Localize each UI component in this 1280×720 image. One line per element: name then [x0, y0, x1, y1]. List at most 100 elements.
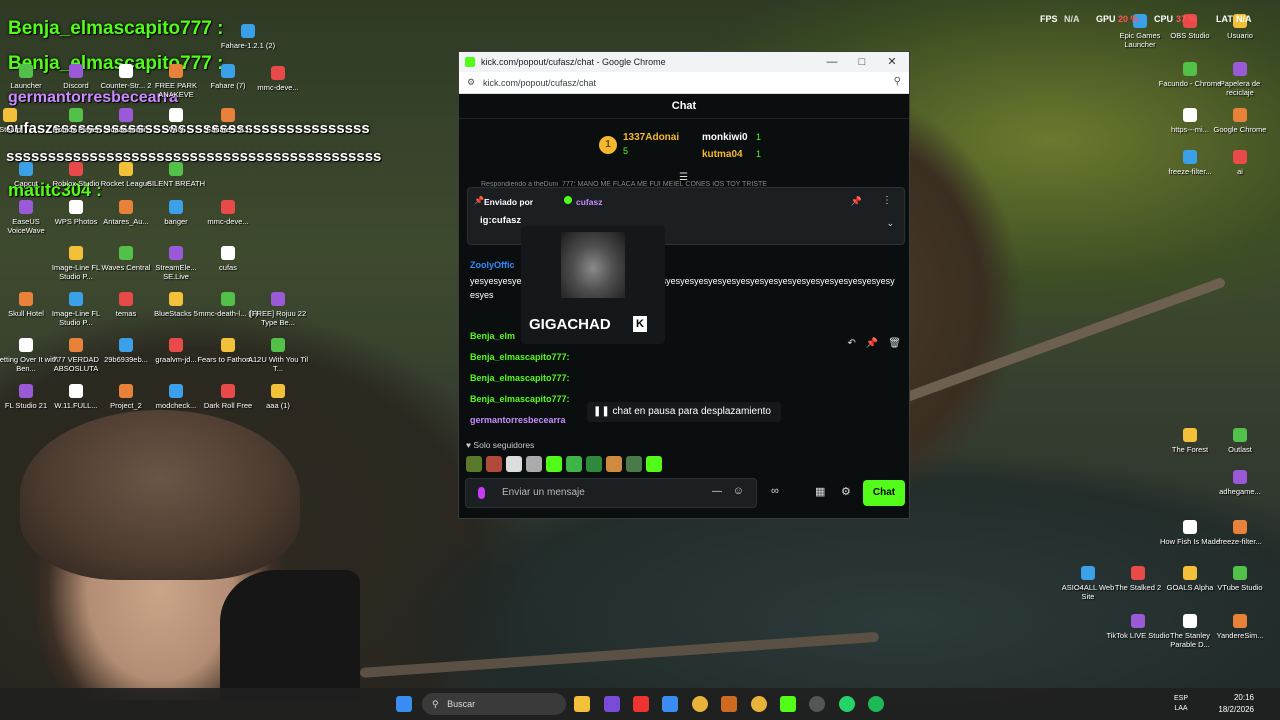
followers-only-text: Solo seguidores [473, 440, 535, 450]
emote-icon[interactable] [586, 456, 602, 472]
chat-paused-banner[interactable]: ❚❚ chat en pausa para desplazamiento [587, 402, 781, 422]
desktop-icon[interactable]: freeze-filter... [1207, 520, 1273, 546]
app-icon[interactable] [721, 696, 737, 712]
emote-icon[interactable] [546, 456, 562, 472]
desktop-icon[interactable]: mmc-deve... [195, 200, 261, 226]
language-indicator[interactable]: ESP [1174, 694, 1188, 704]
url-text[interactable]: kick.com/popout/cufasz/chat [483, 78, 596, 88]
site-settings-icon[interactable]: ⚙ [467, 77, 477, 87]
chrome-icon[interactable] [692, 696, 708, 712]
store-icon[interactable] [662, 696, 678, 712]
chat-input-placeholder[interactable]: Enviar un mensaje [502, 487, 585, 498]
chevron-down-icon[interactable]: ⌄ [886, 218, 894, 229]
desktop-icon-label: The Forest [1171, 445, 1209, 454]
emote-icon[interactable] [566, 456, 582, 472]
chat-username[interactable]: Benja_elmascapito777: [470, 373, 570, 383]
emote-icon[interactable] [506, 456, 522, 472]
windows-start-icon[interactable] [396, 696, 412, 712]
mic-icon[interactable] [478, 487, 485, 499]
date: 18/2/2026 [1218, 705, 1254, 714]
app-icon [19, 162, 33, 176]
zoom-icon[interactable]: ⚲ [894, 76, 901, 87]
gift-icon[interactable]: ▦ [815, 485, 825, 498]
desktop-icon[interactable]: SILENT BREATH [143, 162, 209, 188]
more-options-icon[interactable]: ⋮ [882, 195, 892, 206]
desktop-icon[interactable]: adhegame... [1207, 470, 1273, 496]
chat-username[interactable]: Benja_elmascapito777: [470, 394, 570, 404]
desktop-icon-label: 29b6939eb... [104, 355, 148, 364]
app-icon [1233, 428, 1247, 442]
app-icon [1233, 470, 1247, 484]
app-icon[interactable] [604, 696, 620, 712]
desktop-icon-label: freeze-filter... [1218, 537, 1262, 546]
clock[interactable]: 20:16 18/2/2026 [1218, 692, 1254, 716]
desktop-icon[interactable]: Fahare-1.2.1 [195, 108, 261, 134]
taskbar-search-text: Buscar [447, 699, 476, 709]
settings-gear-icon[interactable]: ⚙ [841, 485, 851, 498]
window-titlebar[interactable]: kick.com/popout/cufasz/chat - Google Chr… [459, 52, 909, 72]
verified-badge-icon [564, 196, 572, 204]
app-icon [169, 338, 183, 352]
leader-third-count: 1 [756, 149, 762, 159]
maximize-icon[interactable]: □ [847, 52, 877, 72]
points-icon[interactable]: ∞ [771, 485, 779, 497]
desktop-icon[interactable]: [FREE] Rojuu 22 Type Be... [245, 292, 311, 327]
leaderboard: 1 1337Adonai 5 monkiwi0 1 kutma04 1 ☰ [459, 128, 909, 183]
close-icon[interactable]: ✕ [877, 52, 907, 72]
address-bar[interactable]: ⚙ kick.com/popout/cufasz/chat ⚲ [459, 72, 909, 94]
app-icon [1233, 614, 1247, 628]
app-icon [221, 108, 235, 122]
desktop-icon[interactable]: Fahare-1.2.1 (2) [215, 24, 281, 50]
chat-username[interactable]: germantorresbecearra [470, 415, 566, 425]
emote-icon[interactable] [626, 456, 642, 472]
kick-icon[interactable] [780, 696, 796, 712]
app-icon[interactable] [633, 696, 649, 712]
send-chat-button[interactable]: Chat [863, 480, 905, 506]
taskbar-search[interactable]: ⚲ Buscar [422, 693, 566, 715]
chat-username[interactable]: Benja_elm [470, 331, 515, 341]
chrome-popout-window[interactable]: kick.com/popout/cufasz/chat - Google Chr… [458, 51, 910, 519]
app-icon [69, 338, 83, 352]
emoji-icon[interactable]: ☺ [733, 485, 744, 497]
chat-username[interactable]: Benja_elmascapito777: [470, 352, 570, 362]
desktop-icon-label: Epic Games Launcher [1119, 31, 1161, 49]
app-icon [271, 384, 285, 398]
leader-first-name[interactable]: 1337Adonai [623, 132, 679, 143]
desktop-icon-label: banger [164, 217, 188, 226]
minimize-icon[interactable]: — [817, 52, 847, 72]
emote-icon[interactable] [466, 456, 482, 472]
desktop-icon[interactable]: YandereSim... [1207, 614, 1273, 640]
pin-message-icon[interactable]: 📌 [866, 338, 878, 349]
app-icon [1233, 150, 1247, 164]
emote-icon[interactable] [526, 456, 542, 472]
file-explorer-icon[interactable] [574, 696, 590, 712]
obs-icon[interactable] [809, 696, 825, 712]
chat-username[interactable]: ZoolyOffic [470, 260, 515, 270]
emote-icon[interactable] [606, 456, 622, 472]
desktop-icon-label: Antares_Au... [103, 217, 149, 226]
app-icon [1131, 614, 1145, 628]
desktop-icon[interactable]: VTube Studio [1207, 566, 1273, 592]
desktop-icon[interactable]: Fahare (7) [195, 64, 261, 90]
desktop-icon[interactable]: A12U With You Til T... [245, 338, 311, 373]
delete-icon[interactable]: 🗑 [888, 338, 901, 349]
desktop-icon[interactable]: Steam [0, 108, 43, 134]
whatsapp-icon[interactable] [839, 696, 855, 712]
pinned-sender[interactable]: cufasz [576, 197, 602, 207]
desktop-icon-label: Capcut [14, 179, 38, 188]
reply-icon[interactable]: ↶ [847, 338, 855, 349]
emote-icon[interactable] [486, 456, 502, 472]
desktop-icon[interactable]: Outlast [1207, 428, 1273, 454]
translate-icon[interactable]: ― [712, 486, 722, 497]
chat-message-input[interactable]: Enviar un mensaje ― ☺ [465, 478, 757, 508]
unpin-icon[interactable]: 📌 [851, 196, 862, 207]
leader-third-name[interactable]: kutma04 [702, 149, 743, 160]
chrome-icon[interactable] [751, 696, 767, 712]
desktop-icon[interactable]: Papelera de reciclaje [1207, 62, 1273, 97]
leader-second-name[interactable]: monkiwi0 [702, 132, 748, 143]
desktop-icon[interactable]: Google Chrome [1207, 108, 1273, 134]
desktop-icon[interactable]: ai [1207, 150, 1273, 176]
desktop-icon[interactable]: cufas [195, 246, 261, 272]
emote-icon[interactable] [646, 456, 662, 472]
spotify-icon[interactable] [868, 696, 884, 712]
